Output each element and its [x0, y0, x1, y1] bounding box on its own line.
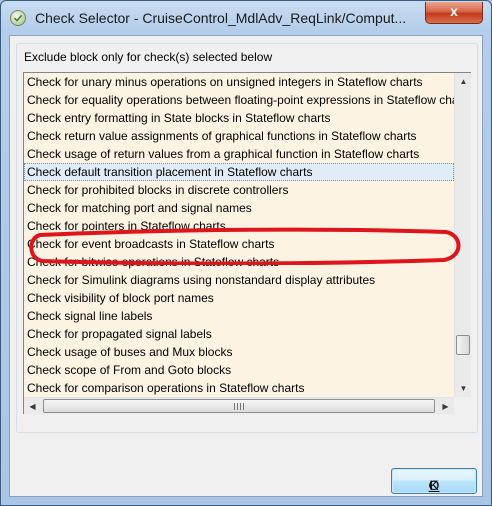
list-item[interactable]: Check for comparison operations in State…	[24, 379, 454, 397]
window-title: Check Selector - CruiseControl_MdlAdv_Re…	[35, 10, 407, 26]
list-item[interactable]: Check for matching port and signal names	[24, 199, 454, 217]
list-item[interactable]: Check scope of From and Goto blocks	[24, 361, 454, 379]
list-item[interactable]: Check usage of buses and Mux blocks	[24, 343, 454, 361]
vertical-scrollbar[interactable]: ▲ ▼	[454, 73, 471, 397]
checks-list: Check for unary minus operations on unsi…	[24, 73, 454, 397]
close-button[interactable]: x	[425, 2, 483, 24]
list-item-selected[interactable]: Check default transition placement in St…	[24, 163, 454, 181]
list-item[interactable]: Check for unary minus operations on unsi…	[24, 73, 454, 91]
scrollbar-corner	[454, 397, 471, 414]
arrow-down-icon: ▼	[459, 384, 468, 393]
checks-listbox[interactable]: Check for unary minus operations on unsi…	[23, 72, 471, 414]
scroll-up-button[interactable]: ▲	[455, 73, 472, 90]
list-item[interactable]: Check for bitwise operations in Stateflo…	[24, 253, 454, 271]
ok-button[interactable]: OK	[391, 468, 477, 494]
scroll-down-button[interactable]: ▼	[455, 380, 472, 397]
check-selector-icon	[10, 10, 26, 26]
list-item[interactable]: Check for pointers in Stateflow charts	[24, 217, 454, 235]
list-item[interactable]: Check entry formatting in State blocks i…	[24, 109, 454, 127]
vertical-scroll-thumb[interactable]	[456, 335, 470, 355]
scroll-right-button[interactable]: ▶	[437, 398, 454, 415]
arrow-right-icon: ▶	[442, 402, 449, 411]
horizontal-scrollbar[interactable]: ◀ ▶	[24, 397, 454, 414]
scroll-left-button[interactable]: ◀	[24, 398, 41, 415]
list-item[interactable]: Check for equality operations between fl…	[24, 91, 454, 109]
list-item[interactable]: Check for propagated signal labels	[24, 325, 454, 343]
dialog-body: Exclude block only for check(s) selected…	[9, 35, 483, 497]
list-item[interactable]: Check for Simulink diagrams using nonsta…	[24, 271, 454, 289]
list-item[interactable]: Check signal line labels	[24, 307, 454, 325]
close-icon: x	[450, 3, 458, 19]
list-item[interactable]: Check return value assignments of graphi…	[24, 127, 454, 145]
group-label: Exclude block only for check(s) selected…	[24, 50, 273, 64]
check-selector-dialog: Check Selector - CruiseControl_MdlAdv_Re…	[0, 0, 492, 506]
list-item[interactable]: Check for event broadcasts in Stateflow …	[24, 235, 454, 253]
arrow-left-icon: ◀	[29, 402, 36, 411]
grip-icon	[234, 403, 244, 410]
title-bar[interactable]: Check Selector - CruiseControl_MdlAdv_Re…	[1, 1, 491, 35]
horizontal-scroll-thumb[interactable]	[43, 399, 435, 413]
list-item[interactable]: Check visibility of block port names	[24, 289, 454, 307]
list-item[interactable]: Check usage of return values from a grap…	[24, 145, 454, 163]
list-item[interactable]: Check for prohibited blocks in discrete …	[24, 181, 454, 199]
arrow-up-icon: ▲	[459, 77, 468, 86]
